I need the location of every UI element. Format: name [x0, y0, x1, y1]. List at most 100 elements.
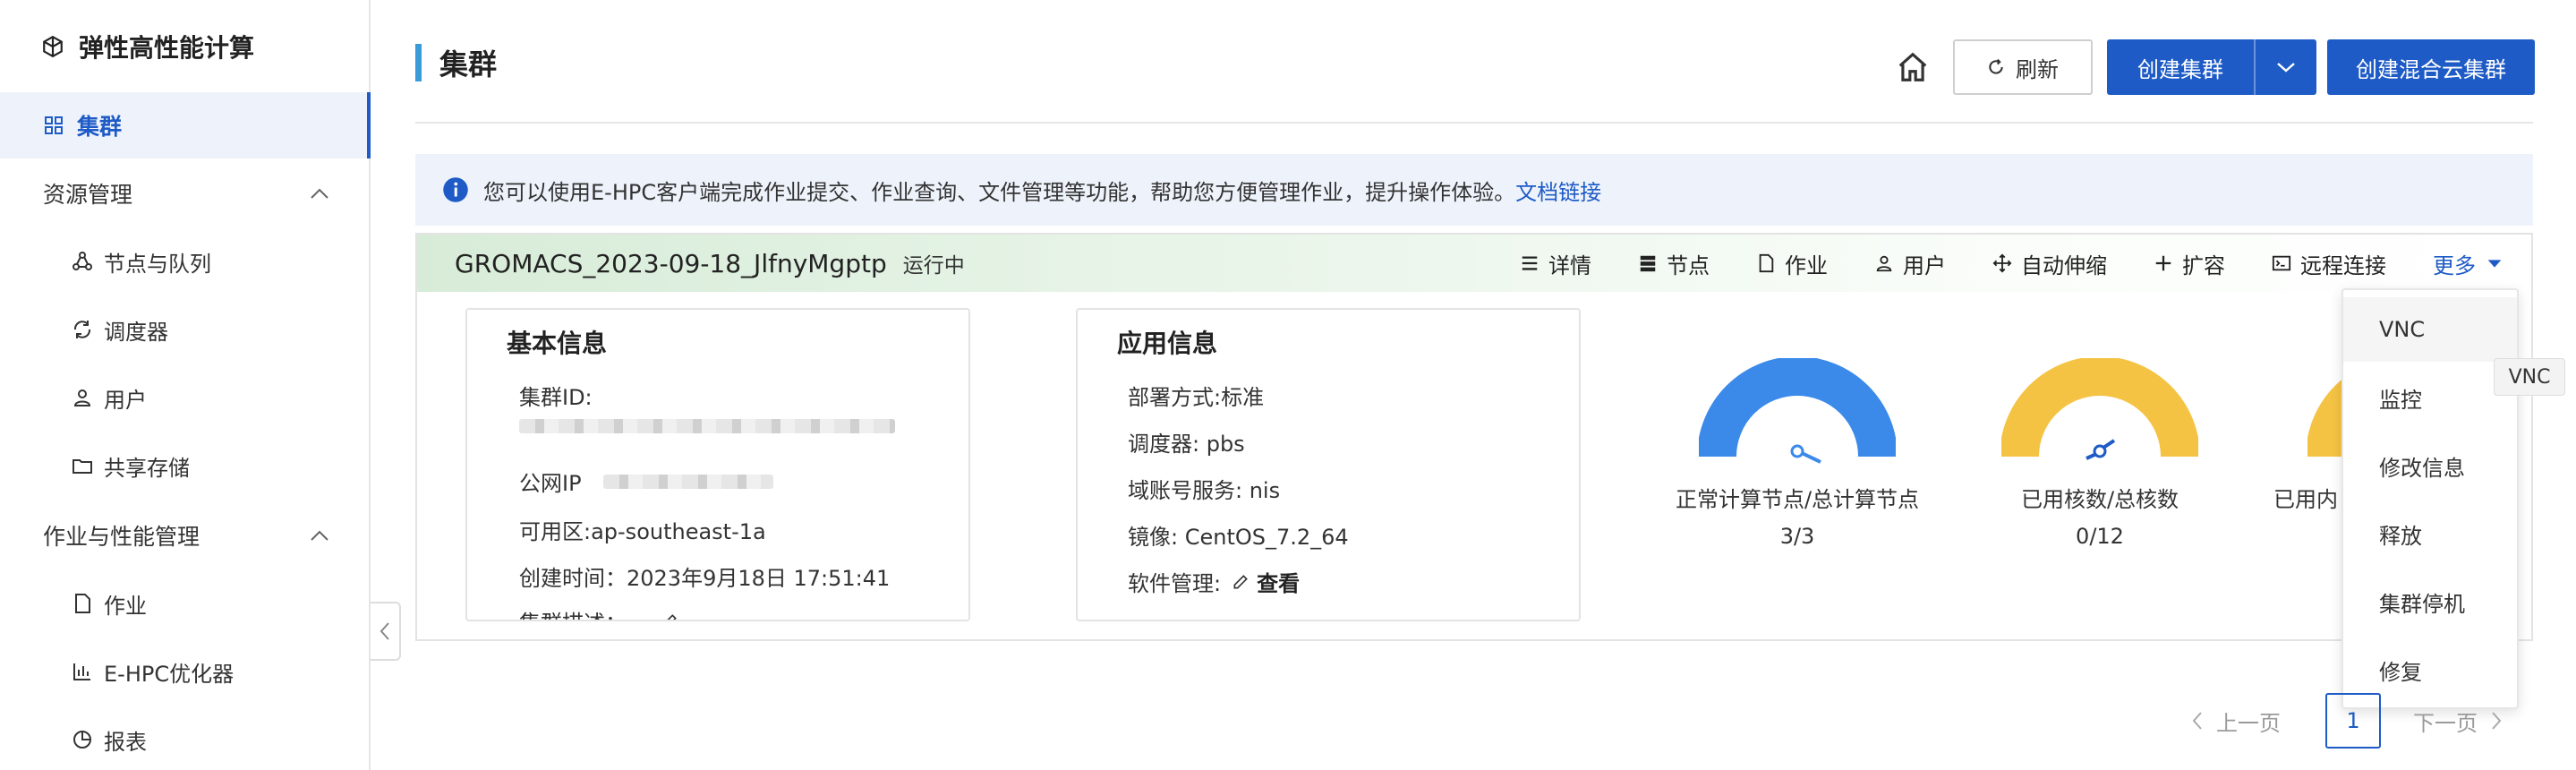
- scheduler: 调度器: pbs: [1128, 426, 1245, 458]
- nodes-icon: [73, 252, 92, 270]
- cluster-description: 集群描述：: [519, 605, 678, 622]
- edit-icon[interactable]: [661, 612, 678, 622]
- sidebar: 弹性高性能计算 集群 资源管理 节点与队列 调度器 用户 共享存储 作业与性能管…: [0, 0, 371, 770]
- action-nodes[interactable]: 节点: [1638, 248, 1710, 279]
- view-software-link[interactable]: 查看: [1257, 566, 1300, 597]
- app-info-panel: 应用信息 部署方式:标准 调度器: pbs 域账号服务: nis 镜像: Cen…: [1076, 308, 1581, 621]
- refresh-button[interactable]: 刷新: [1953, 39, 2093, 95]
- chevron-left-icon: [2192, 712, 2202, 730]
- home-icon[interactable]: [1896, 50, 1930, 84]
- sidebar-item-storage[interactable]: 共享存储: [72, 448, 190, 483]
- action-expand[interactable]: 扩容: [2154, 248, 2225, 279]
- created-time: 创建时间：2023年9月18日 17:51:41: [519, 560, 890, 592]
- action-label: 远程连接: [2300, 252, 2386, 278]
- chevron-left-icon: [380, 622, 389, 640]
- image-text: 镜像: CentOS_7.2_64: [1128, 525, 1349, 550]
- masked-public-ip: [602, 474, 773, 489]
- basic-info-panel: 基本信息 集群ID: 公网IP 可用区:ap-southeast-1a 创建时间…: [465, 308, 970, 621]
- sidebar-item-label: 共享存储: [104, 455, 190, 481]
- sidebar-item-users[interactable]: 用户: [72, 380, 147, 415]
- sidebar-item-label: E-HPC优化器: [104, 661, 235, 687]
- bar-chart-icon: [73, 663, 90, 680]
- sidebar-item-label: 用户: [104, 387, 147, 413]
- sidebar-item-label: 集群: [77, 114, 123, 140]
- sidebar-item-scheduler[interactable]: 调度器: [72, 312, 168, 347]
- gauge-cores: 已用核数/总核数 0/12: [1966, 356, 2234, 549]
- chevron-up-icon: [311, 188, 328, 199]
- user-icon: [73, 389, 91, 406]
- action-label: 更多: [2433, 252, 2476, 278]
- page-title: 集群: [415, 43, 497, 82]
- menu-item-edit-info[interactable]: 修改信息: [2343, 433, 2517, 498]
- sidebar-item-nodes-queues[interactable]: 节点与队列: [72, 244, 211, 279]
- action-label: 详情: [1548, 252, 1591, 278]
- action-jobs[interactable]: 作业: [1756, 248, 1828, 279]
- document-icon: [1759, 253, 1774, 273]
- zone-text: 可用区:ap-southeast-1a: [519, 519, 766, 544]
- create-hybrid-label: 创建混合云集群: [2356, 56, 2506, 82]
- list-icon: [1522, 256, 1538, 270]
- sidebar-item-reports[interactable]: 报表: [72, 722, 147, 757]
- desc-label: 集群描述：: [519, 605, 627, 620]
- action-details[interactable]: 详情: [1520, 248, 1591, 279]
- created-text: 创建时间：2023年9月18日 17:51:41: [519, 566, 891, 591]
- plus-icon: [2155, 255, 2171, 271]
- zone: 可用区:ap-southeast-1a: [519, 514, 766, 545]
- pagination-prev[interactable]: 上一页: [2191, 693, 2281, 749]
- deploy-mode: 部署方式:标准: [1128, 380, 1264, 411]
- cluster-card-header: GROMACS_2023-09-18_JlfnyMgptp 运行中 详情 节点 …: [417, 235, 2531, 292]
- cluster-name[interactable]: GROMACS_2023-09-18_JlfnyMgptp: [455, 249, 887, 278]
- create-hybrid-cluster-button[interactable]: 创建混合云集群: [2327, 39, 2535, 95]
- action-autoscale[interactable]: 自动伸缩: [1992, 248, 2107, 279]
- sidebar-item-label: 作业: [104, 593, 147, 619]
- action-label: 作业: [1785, 252, 1828, 278]
- sidebar-item-jobs[interactable]: 作业: [72, 586, 147, 621]
- chevron-down-icon: [2277, 63, 2295, 73]
- gauge-dial: [2000, 356, 2200, 460]
- sidebar-item-label: 节点与队列: [104, 251, 211, 277]
- sidebar-group-resource[interactable]: 资源管理: [43, 175, 329, 211]
- create-cluster-label: 创建集群: [2137, 56, 2223, 82]
- sidebar-group-jobs[interactable]: 作业与性能管理: [43, 518, 329, 553]
- sidebar-item-optimizer[interactable]: E-HPC优化器: [72, 654, 234, 689]
- create-cluster-button[interactable]: 创建集群: [2107, 39, 2316, 95]
- cluster-id-label: 集群ID:: [519, 380, 593, 411]
- brand-title: 弹性高性能计算: [79, 33, 255, 63]
- brand: 弹性高性能计算: [41, 29, 254, 64]
- edit-icon: [1233, 574, 1248, 588]
- action-label: 自动伸缩: [2021, 252, 2107, 278]
- action-users[interactable]: 用户: [1874, 248, 1946, 279]
- cube-icon: [43, 35, 63, 58]
- sidebar-item-cluster[interactable]: 集群: [0, 92, 371, 158]
- gauge-label: 正常计算节点/总计算节点: [1675, 487, 1920, 512]
- banner-text: 您可以使用E-HPC客户端完成作业提交、作业查询、文件管理等功能，帮助您方便管理…: [483, 179, 1516, 205]
- menu-item-stop-cluster[interactable]: 集群停机: [2343, 569, 2517, 634]
- action-remote-connect[interactable]: 远程连接: [2272, 248, 2386, 279]
- action-label: 节点: [1667, 252, 1710, 278]
- menu-item-monitor[interactable]: 监控: [2343, 365, 2517, 430]
- basic-info-title: 基本信息: [507, 329, 608, 358]
- menu-item-vnc[interactable]: VNC: [2343, 297, 2517, 362]
- sync-icon: [73, 321, 91, 338]
- grid-icon: [45, 116, 63, 134]
- scheduler-text: 调度器: pbs: [1128, 432, 1245, 457]
- action-more[interactable]: 更多: [2433, 248, 2504, 279]
- pie-chart-icon: [73, 731, 91, 749]
- cluster-card: GROMACS_2023-09-18_JlfnyMgptp 运行中 详情 节点 …: [415, 233, 2533, 641]
- gauge-value: 0/12: [2076, 524, 2124, 549]
- software-label: 软件管理:: [1128, 571, 1222, 596]
- server-icon: [1640, 255, 1656, 272]
- sidebar-collapse-handle[interactable]: [371, 602, 401, 661]
- sidebar-group-label: 作业与性能管理: [43, 524, 200, 550]
- pagination-next[interactable]: 下一页: [2413, 693, 2503, 749]
- create-cluster-dropdown-toggle[interactable]: [2254, 39, 2316, 95]
- user-icon: [1876, 255, 1892, 272]
- info-banner: 您可以使用E-HPC客户端完成作业提交、作业查询、文件管理等功能，帮助您方便管理…: [415, 154, 2533, 226]
- menu-item-release[interactable]: 释放: [2343, 501, 2517, 566]
- create-cluster-main[interactable]: 创建集群: [2107, 39, 2254, 95]
- pagination-page-1[interactable]: 1: [2325, 693, 2381, 749]
- move-arrows-icon: [1992, 253, 2012, 273]
- doc-link[interactable]: 文档链接: [1515, 180, 1601, 205]
- next-label: 下一页: [2413, 710, 2478, 736]
- action-label: 用户: [1903, 252, 1946, 278]
